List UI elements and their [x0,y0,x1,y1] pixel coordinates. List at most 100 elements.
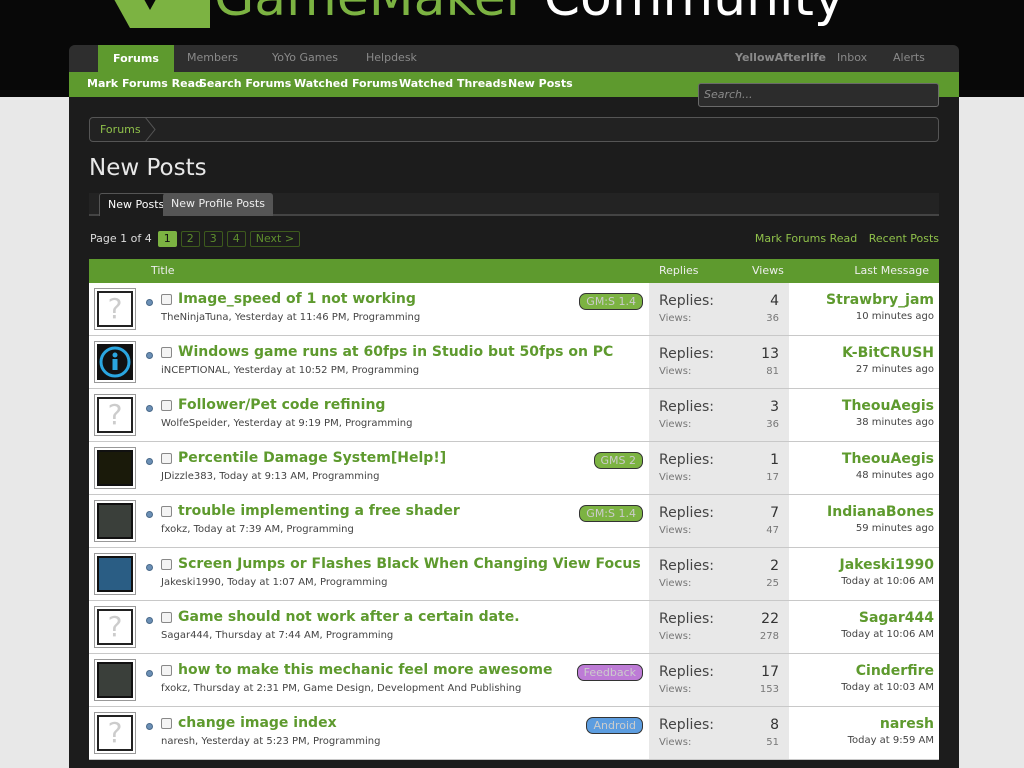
last-message-user[interactable]: TheouAegis [842,397,934,415]
thread-prefix-badge[interactable]: GM:S 1.4 [579,293,643,310]
thread-row[interactable]: Percentile Damage System[Help!] JDizzle38… [89,442,939,495]
dark-avatar[interactable] [94,500,136,542]
last-message-time[interactable]: 59 minutes ago [827,523,934,534]
page-3-button[interactable]: 3 [203,230,223,247]
thread-checkbox[interactable] [161,294,172,305]
subnav-search-forums[interactable]: Search Forums [199,72,291,96]
last-message-time[interactable]: Today at 9:59 AM [848,735,934,746]
subnav-new-posts[interactable]: New Posts [508,72,573,96]
last-message-time[interactable]: 10 minutes ago [826,311,934,322]
nav-tab-forums[interactable]: Forums [98,45,174,73]
thread-title[interactable]: Game should not work after a certain dat… [178,609,520,625]
column-title[interactable]: Title [151,259,175,283]
thread-row[interactable]: ? Follower/Pet code refining WolfeSpeider,… [89,389,939,442]
thread-row[interactable]: trouble implementing a free shader fxokz,… [89,495,939,548]
last-message-time[interactable]: 48 minutes ago [842,470,934,481]
thread-checkbox[interactable] [161,400,172,411]
unread-indicator-icon[interactable] [146,405,153,412]
unread-indicator-icon[interactable] [146,511,153,518]
unread-indicator-icon[interactable] [146,299,153,306]
thread-prefix-badge[interactable]: GMS 2 [593,452,643,469]
last-message-user[interactable]: K-BitCRUSH [842,344,934,362]
thread-checkbox[interactable] [161,506,172,517]
zelda-avatar[interactable] [94,447,136,489]
alerts-link[interactable]: Alerts [893,45,925,72]
last-message-time[interactable]: Today at 10:06 AM [841,629,934,640]
site-logo[interactable]: GameMaker Community [110,0,845,28]
thread-prefix-badge[interactable]: Android [586,717,643,734]
thread-row[interactable]: ? Image_speed of 1 not working TheNinjaTun… [89,283,939,336]
last-message-user[interactable]: IndianaBones [827,503,934,521]
subnav-watched-threads[interactable]: Watched Threads [399,72,507,96]
next-page-button[interactable]: Next > [249,230,301,247]
nav-tab-members[interactable]: Members [187,45,238,72]
thread-checkbox[interactable] [161,665,172,676]
column-views[interactable]: Views [752,259,784,283]
last-message-user[interactable]: Cinderfire [841,662,934,680]
column-last-message[interactable]: Last Message [854,259,929,283]
thread-checkbox[interactable] [161,559,172,570]
page-2-button[interactable]: 2 [180,230,200,247]
blank-avatar[interactable]: ? [94,394,136,436]
blank-avatar[interactable]: ? [94,712,136,754]
mark-forums-read-link[interactable]: Mark Forums Read [755,232,857,245]
thread-title[interactable]: change image index [178,715,337,731]
column-replies[interactable]: Replies [659,259,699,283]
thread-title[interactable]: how to make this mechanic feel more awes… [178,662,552,678]
sonic-avatar[interactable] [94,553,136,595]
thread-stats: Replies: 2 Views: 25 [649,548,789,600]
last-message-time[interactable]: 38 minutes ago [842,417,934,428]
unread-indicator-icon[interactable] [146,670,153,677]
subnav-watched-forums[interactable]: Watched Forums [294,72,398,96]
thread-checkbox[interactable] [161,612,172,623]
tab-new-profile-posts[interactable]: New Profile Posts [163,193,273,216]
last-message-time[interactable]: Today at 10:06 AM [840,576,934,587]
thread-title[interactable]: Image_speed of 1 not working [178,291,416,307]
thread-title[interactable]: Follower/Pet code refining [178,397,385,413]
thread-prefix-badge[interactable]: Feedback [576,664,643,681]
thread-title[interactable]: Screen Jumps or Flashes Black When Chang… [178,556,641,572]
last-message-user[interactable]: Jakeski1990 [840,556,935,574]
breadcrumb-forums[interactable]: Forums [100,118,141,142]
thread-title[interactable]: trouble implementing a free shader [178,503,460,519]
thread-title[interactable]: Windows game runs at 60fps in Studio but… [178,344,613,360]
last-message: Sagar444 Today at 10:06 AM [841,609,934,640]
last-message-time[interactable]: Today at 10:03 AM [841,682,934,693]
nav-tab-helpdesk[interactable]: Helpdesk [366,45,417,72]
thread-prefix-badge[interactable]: GM:S 1.4 [579,505,643,522]
unread-indicator-icon[interactable] [146,352,153,359]
user-menu[interactable]: YellowAfterlife [735,45,826,72]
thread-title[interactable]: Percentile Damage System[Help!] [178,450,446,466]
unread-indicator-icon[interactable] [146,564,153,571]
thread-row[interactable]: Windows game runs at 60fps in Studio but… [89,336,939,389]
blue-logo-avatar[interactable] [94,341,136,383]
thread-stats: Replies: 22 Views: 278 [649,601,789,653]
thread-row[interactable]: how to make this mechanic feel more awes… [89,654,939,707]
dark-avatar[interactable] [94,659,136,701]
last-message-user[interactable]: Strawbry_jam [826,291,934,309]
thread-row[interactable]: ? change image index naresh, Yesterday at … [89,707,939,760]
page-1-button[interactable]: 1 [157,230,177,247]
recent-posts-link[interactable]: Recent Posts [869,232,939,245]
page-4-button[interactable]: 4 [226,230,246,247]
last-message-time[interactable]: 27 minutes ago [842,364,934,375]
unread-indicator-icon[interactable] [146,458,153,465]
inbox-link[interactable]: Inbox [837,45,867,72]
unread-indicator-icon[interactable] [146,617,153,624]
subnav-mark-forums-read[interactable]: Mark Forums Read [87,72,203,96]
blank-avatar[interactable]: ? [94,606,136,648]
thread-checkbox[interactable] [161,347,172,358]
thread-checkbox[interactable] [161,718,172,729]
last-message-user[interactable]: Sagar444 [841,609,934,627]
views-count: 51 [766,737,779,748]
thread-row[interactable]: Screen Jumps or Flashes Black When Chang… [89,548,939,601]
thread-checkbox[interactable] [161,453,172,464]
thread-row[interactable]: ? Game should not work after a certain da… [89,601,939,654]
nav-tab-yoyogames[interactable]: YoYo Games [272,45,338,72]
search-input[interactable]: Search... [698,83,939,107]
blank-avatar[interactable]: ? [94,288,136,330]
last-message-user[interactable]: naresh [848,715,934,733]
replies-label: Replies: [659,346,715,362]
last-message-user[interactable]: TheouAegis [842,450,934,468]
unread-indicator-icon[interactable] [146,723,153,730]
